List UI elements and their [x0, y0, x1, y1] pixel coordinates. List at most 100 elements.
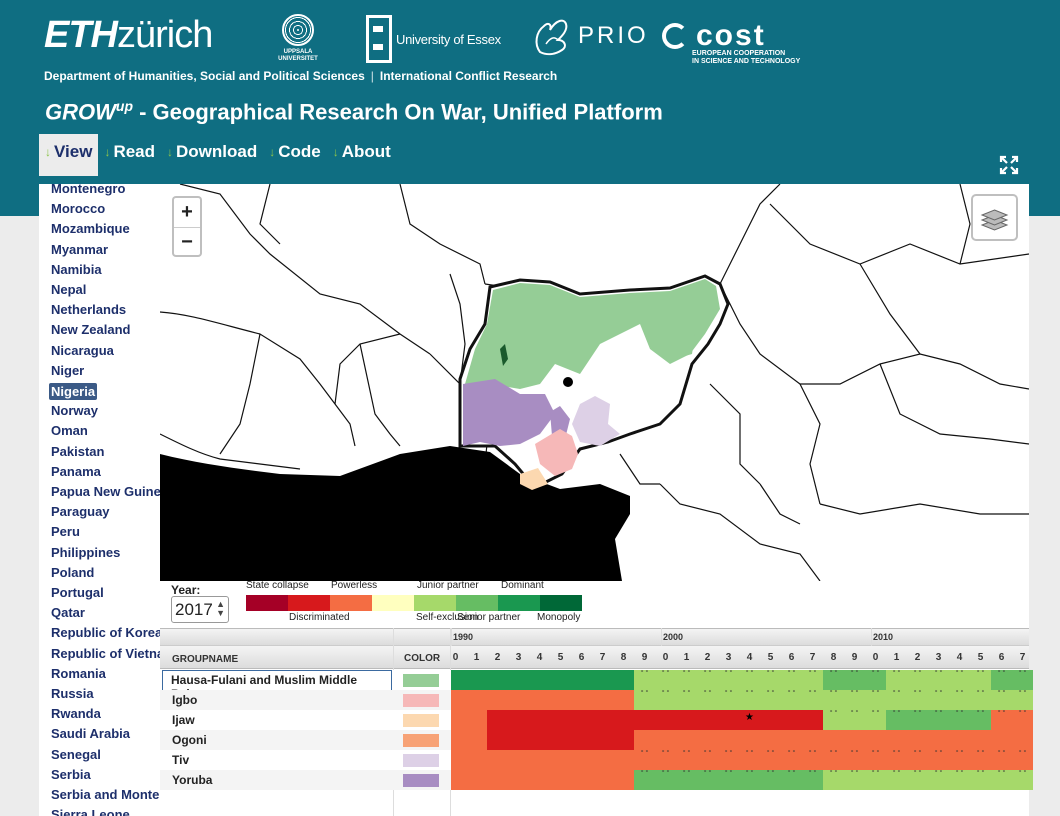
nav-tab-code[interactable]: ↓ Code	[263, 134, 327, 176]
nav-tab-download[interactable]: ↓ Download	[161, 134, 263, 176]
group-name[interactable]: Igbo	[172, 693, 197, 707]
status-cell	[634, 710, 655, 730]
essex-logo[interactable]: University of Essex	[366, 14, 501, 64]
country-item[interactable]: New Zealand	[51, 322, 130, 337]
country-item[interactable]: Saudi Arabia	[51, 726, 130, 741]
uppsala-logo[interactable]: UPPSALA UNIVERSITET	[270, 14, 326, 63]
country-item[interactable]: Romania	[51, 666, 106, 681]
year-digit: 9	[851, 652, 858, 663]
country-item[interactable]: Poland	[51, 565, 94, 580]
country-item[interactable]: Portugal	[51, 585, 104, 600]
status-cell	[865, 730, 886, 750]
country-item[interactable]: Senegal	[51, 747, 101, 762]
marker-dot: ° °	[829, 690, 838, 697]
country-item[interactable]: Oman	[51, 423, 88, 438]
country-item[interactable]: Pakistan	[51, 444, 104, 459]
year-digit: 3	[935, 652, 942, 663]
country-item[interactable]: Netherlands	[51, 302, 126, 317]
year-digit: 4	[746, 652, 753, 663]
country-item[interactable]: Sierra Leone	[51, 807, 130, 816]
dept-separator: |	[370, 69, 374, 83]
country-item[interactable]: Nepal	[51, 282, 86, 297]
marker-dot: ° °	[976, 670, 985, 677]
eth-zurich-logo[interactable]: ETHzürich	[44, 14, 213, 57]
group-name[interactable]: Ogoni	[172, 733, 207, 747]
country-item[interactable]: Russia	[51, 686, 94, 701]
timeline-controls: Year: 2017 ▲ ▼ State collapse Discriminated…	[160, 580, 1029, 628]
country-list[interactable]: Montenegro Morocco Mozambique Myanmar Namibi…	[39, 184, 160, 816]
nav-tab-about[interactable]: ↓ About	[327, 134, 397, 176]
table-row[interactable]: Tiv ° ° ° ° ° ° ° ° ° ° ° ° ° ° ° ° ° ° ° ° ° ° ° ° °…	[160, 750, 1033, 770]
country-item[interactable]: Republic of Korea	[51, 625, 160, 640]
country-item[interactable]: Nigeria	[49, 383, 98, 400]
map-view[interactable]	[160, 184, 1029, 581]
map-canvas[interactable]	[160, 184, 1029, 581]
nigeria-map[interactable]	[458, 274, 730, 490]
marker-dot: ° °	[724, 750, 733, 757]
table-row[interactable]: Hausa-Fulani and Muslim Middle Belt° °° …	[160, 670, 1033, 704]
prio-label: PRIO	[578, 22, 649, 49]
country-item[interactable]: Serbia and Montenegro	[51, 787, 160, 802]
legend-label: Senior partner	[457, 612, 521, 623]
marker-dot: ° °	[913, 770, 922, 777]
year-digit: 1	[473, 652, 480, 663]
country-item[interactable]: Panama	[51, 464, 101, 479]
table-row[interactable]: Ogoni	[160, 730, 1033, 750]
group-name[interactable]: Ijaw	[172, 713, 195, 727]
country-item[interactable]: Rwanda	[51, 706, 101, 721]
country-item[interactable]: Mozambique	[51, 221, 130, 236]
title-sup: up	[115, 98, 133, 114]
country-item[interactable]: Philippines	[51, 545, 120, 560]
status-cell	[487, 730, 508, 750]
group-name[interactable]: Yoruba	[172, 773, 212, 787]
marker-dot: ° °	[997, 710, 1006, 717]
status-cell	[592, 750, 613, 770]
nav-tab-view[interactable]: ↓ View	[39, 134, 99, 176]
year-stepper[interactable]: 2017 ▲ ▼	[171, 596, 229, 623]
country-item[interactable]: Republic of Vietnam	[51, 646, 160, 661]
marker-dot: ° °	[955, 670, 964, 677]
status-cell	[886, 730, 907, 750]
country-item[interactable]: Papua New Guinea	[51, 484, 160, 499]
stepper-arrows-icon[interactable]: ▲ ▼	[216, 600, 225, 618]
country-item[interactable]: Norway	[51, 403, 98, 418]
country-item[interactable]: Peru	[51, 524, 80, 539]
country-item[interactable]: Niger	[51, 363, 84, 378]
country-item[interactable]: Nicaragua	[51, 343, 114, 358]
layers-button[interactable]	[971, 194, 1018, 241]
col-header-color[interactable]: COLOR	[404, 653, 440, 664]
country-item[interactable]: Namibia	[51, 262, 102, 277]
cost-logo[interactable]: cost EUROPEAN COOPERATION IN SCIENCE AND…	[662, 21, 800, 66]
status-cell	[508, 730, 529, 750]
country-item[interactable]: Qatar	[51, 605, 85, 620]
prio-logo[interactable]: PRIO	[532, 14, 649, 58]
table-row[interactable]: Igbo ° ° ° ° ° ° ° ° ° ° ° ° ° ° ° ° ° ° ° ° ° ° ° °…	[160, 690, 1033, 710]
marker-dot: ° °	[829, 670, 838, 677]
marker-dot: ° °	[997, 670, 1006, 677]
country-item[interactable]: Paraguay	[51, 504, 110, 519]
status-cell	[802, 710, 823, 730]
country-item[interactable]: Morocco	[51, 201, 105, 216]
country-item[interactable]: Myanmar	[51, 242, 108, 257]
table-row[interactable]: Yoruba ° ° ° ° ° ° ° ° ° ° ° ° ° ° ° ° ° ° ° ° ° ° °…	[160, 770, 1033, 790]
group-name[interactable]: Tiv	[172, 753, 189, 767]
dept-link-humanities[interactable]: Department of Humanities, Social and Pol…	[44, 69, 365, 83]
eth-logo-bold: ETH	[44, 14, 118, 56]
legend-swatch-senior-partner	[456, 595, 498, 611]
country-item[interactable]: Serbia	[51, 767, 91, 782]
zoom-in-button[interactable]: +	[174, 198, 200, 228]
cost-sub-1: EUROPEAN COOPERATION	[692, 50, 786, 57]
year-digit: 2	[704, 652, 711, 663]
col-header-groupname[interactable]: GROUPNAME	[172, 654, 238, 665]
year-digit: 0	[662, 652, 669, 663]
marker-dot: ° °	[766, 690, 775, 697]
nav-tab-read[interactable]: ↓ Read	[98, 134, 161, 176]
group-color-swatch	[403, 714, 439, 727]
marker-dot: ° °	[745, 690, 754, 697]
country-item[interactable]: Montenegro	[51, 184, 125, 196]
dept-link-icr[interactable]: International Conflict Research	[380, 69, 557, 83]
zoom-out-button[interactable]: −	[174, 228, 200, 257]
expand-icon[interactable]	[998, 154, 1020, 176]
table-row[interactable]: Ijaw ° ° ° ° ° ° ° ° ° ° ° ° ° ° ° ° ° ° ° ° ★	[160, 710, 1033, 730]
nav-tab-label: About	[341, 142, 391, 161]
